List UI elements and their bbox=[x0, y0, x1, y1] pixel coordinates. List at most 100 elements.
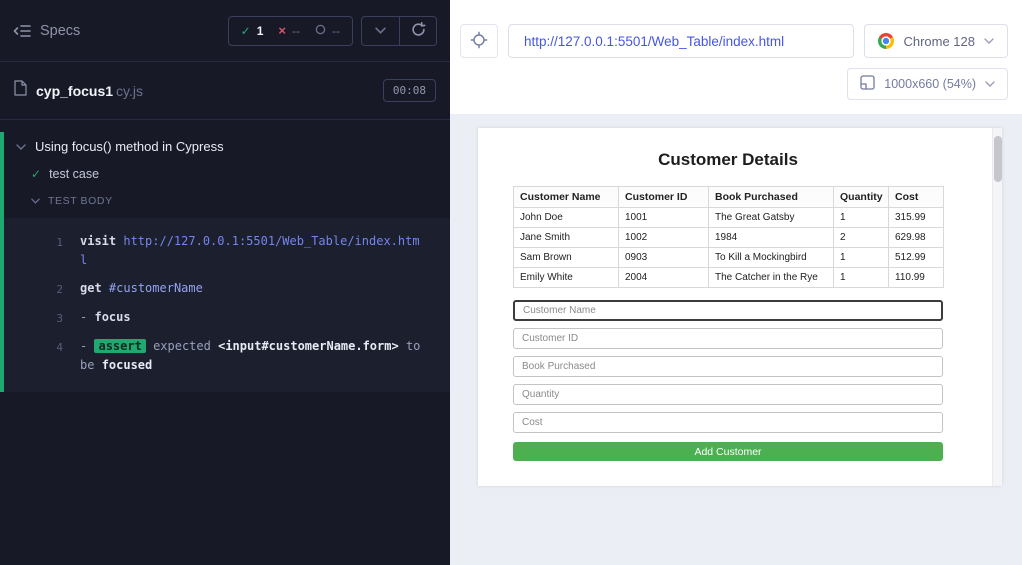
table-header-cell: Book Purchased bbox=[708, 186, 834, 208]
spec-duration-badge: 00:08 bbox=[382, 79, 436, 102]
page-title: Customer Details bbox=[658, 150, 798, 169]
browser-select[interactable]: Chrome 128 bbox=[864, 24, 1008, 58]
command-segment-selector: #customerName bbox=[108, 281, 203, 296]
table-cell: Jane Smith bbox=[513, 227, 619, 248]
passed-stat: ✓ 1 bbox=[241, 24, 264, 38]
test-title: test case bbox=[49, 167, 100, 181]
test-body-label: TEST BODY bbox=[48, 195, 113, 207]
table-cell: John Doe bbox=[513, 207, 619, 228]
aut-input-quantity[interactable] bbox=[513, 384, 943, 405]
command-segment-dash: - bbox=[80, 310, 88, 325]
aut-input-customer-name[interactable] bbox=[513, 300, 943, 321]
command-segment-strong: focused bbox=[101, 357, 153, 372]
rerun-tests-button[interactable] bbox=[399, 16, 436, 45]
command-log: 1 visit http://127.0.0.1:5501/Web_Table/i… bbox=[4, 218, 450, 393]
command-segment-name: get bbox=[80, 281, 102, 296]
table-header-cell: Cost bbox=[888, 186, 944, 208]
table-header-cell: Customer Name bbox=[513, 186, 619, 208]
pending-count: -- bbox=[332, 23, 340, 38]
command-text: - focus bbox=[80, 308, 425, 327]
table-cell: The Great Gatsby bbox=[708, 207, 834, 228]
test-area: Using focus() method in Cypress ✓ test c… bbox=[0, 120, 450, 565]
chrome-icon bbox=[878, 33, 895, 49]
table-cell: 2 bbox=[833, 227, 889, 248]
table-cell: 315.99 bbox=[888, 207, 944, 228]
passed-count: 1 bbox=[256, 23, 264, 38]
command-row[interactable]: 2 get #customerName bbox=[4, 274, 450, 303]
aut-input-cost[interactable] bbox=[513, 412, 943, 433]
aut-input-book-purchased[interactable] bbox=[513, 356, 943, 377]
viewport-select[interactable]: 1000x660 (54%) bbox=[847, 68, 1008, 100]
table-cell: Sam Brown bbox=[513, 247, 619, 268]
check-icon: ✓ bbox=[31, 167, 42, 181]
table-cell: 1001 bbox=[618, 207, 709, 228]
pending-circle-icon bbox=[315, 24, 326, 37]
table-row: John Doe 1001 The Great Gatsby 1 315.99 bbox=[513, 207, 944, 228]
specs-label: Specs bbox=[40, 22, 81, 39]
chevron-down-icon bbox=[31, 198, 40, 204]
command-text: - assert expected <input#customerName.fo… bbox=[80, 337, 425, 374]
table-header-row: Customer Name Customer ID Book Purchased Qu… bbox=[513, 186, 944, 208]
pending-stat: -- bbox=[315, 24, 340, 38]
passed-test-block: Using focus() method in Cypress ✓ test c… bbox=[0, 132, 450, 393]
test-body-row[interactable]: TEST BODY bbox=[4, 187, 450, 214]
viewport-label: 1000x660 (54%) bbox=[884, 77, 976, 91]
command-segment-name: visit bbox=[80, 234, 117, 248]
table-row: Sam Brown 0903 To Kill a Mockingbird 1 512.9… bbox=[513, 247, 944, 268]
viewport-scale-icon bbox=[860, 75, 875, 93]
specs-back-link[interactable]: Specs bbox=[13, 23, 80, 39]
aut-stage: Customer Details Customer Name Customer I… bbox=[450, 114, 1022, 565]
table-cell: 2004 bbox=[618, 267, 709, 288]
command-row[interactable]: 1 visit http://127.0.0.1:5501/Web_Table/i… bbox=[4, 227, 450, 274]
aut-scrollbar[interactable] bbox=[992, 128, 1002, 486]
add-customer-button[interactable]: Add Customer bbox=[513, 442, 943, 461]
aut-input-customer-id[interactable] bbox=[513, 328, 943, 349]
aut-panel: http://127.0.0.1:5501/Web_Table/index.ht… bbox=[450, 0, 1022, 565]
chevron-down-icon bbox=[985, 81, 995, 87]
table-cell: 1984 bbox=[708, 227, 834, 248]
aut-content: Customer Details Customer Name Customer I… bbox=[513, 128, 944, 461]
reporter-toolbar bbox=[361, 15, 437, 46]
failed-count: -- bbox=[292, 23, 300, 38]
spec-bar: cyp_focus1 cy.js 00:08 bbox=[0, 62, 450, 120]
table-cell: The Catcher in the Rye bbox=[708, 267, 834, 288]
customer-form bbox=[513, 300, 943, 433]
command-segment-strong: <input#customerName.form> bbox=[218, 339, 399, 354]
command-segment-assert: assert bbox=[94, 339, 146, 354]
command-segment-muted: be bbox=[80, 357, 95, 372]
command-segment-muted: expected bbox=[153, 339, 211, 354]
selector-playground-button[interactable] bbox=[460, 24, 498, 58]
command-number: 4 bbox=[56, 341, 63, 355]
collapse-all-button[interactable] bbox=[362, 17, 399, 45]
table-header-cell: Quantity bbox=[833, 186, 889, 208]
command-row[interactable]: 3 - focus bbox=[4, 303, 450, 332]
url-bar[interactable]: http://127.0.0.1:5501/Web_Table/index.ht… bbox=[508, 24, 855, 58]
table-cell: To Kill a Mockingbird bbox=[708, 247, 834, 268]
command-text: get #customerName bbox=[80, 279, 425, 298]
browser-bar: http://127.0.0.1:5501/Web_Table/index.ht… bbox=[450, 0, 1022, 58]
test-stats: ✓ 1 × -- -- bbox=[227, 15, 353, 46]
table-cell: 1 bbox=[833, 267, 889, 288]
viewport-row: 1000x660 (54%) bbox=[450, 58, 1022, 100]
browser-label: Chrome 128 bbox=[903, 33, 975, 49]
failed-stat: × -- bbox=[278, 24, 300, 38]
chevron-down-icon bbox=[375, 27, 386, 34]
table-cell: 512.99 bbox=[888, 247, 944, 268]
test-row[interactable]: ✓ test case bbox=[4, 161, 450, 187]
spec-file-icon bbox=[14, 80, 27, 101]
command-number: 2 bbox=[56, 283, 63, 297]
table-cell: 1002 bbox=[618, 227, 709, 248]
suite-row[interactable]: Using focus() method in Cypress bbox=[4, 132, 450, 161]
customer-table: Customer Name Customer ID Book Purchased Qu… bbox=[513, 186, 944, 288]
command-number: 1 bbox=[56, 236, 63, 249]
command-segment-url: http://127.0.0.1:5501/Web_Table/index.ht… bbox=[80, 234, 420, 267]
table-cell: 0903 bbox=[618, 247, 709, 268]
spec-title: cyp_focus1 cy.js bbox=[36, 83, 143, 99]
aut-scrollbar-thumb[interactable] bbox=[994, 136, 1002, 182]
command-number: 3 bbox=[56, 312, 63, 326]
specs-menu-icon bbox=[13, 24, 31, 38]
spec-name: cyp_focus1 bbox=[36, 82, 114, 99]
table-cell: 1 bbox=[833, 247, 889, 268]
command-row[interactable]: 4 - assert expected <input#customerName.f… bbox=[4, 332, 450, 379]
table-row: Emily White 2004 The Catcher in the Rye 1 11… bbox=[513, 267, 944, 288]
